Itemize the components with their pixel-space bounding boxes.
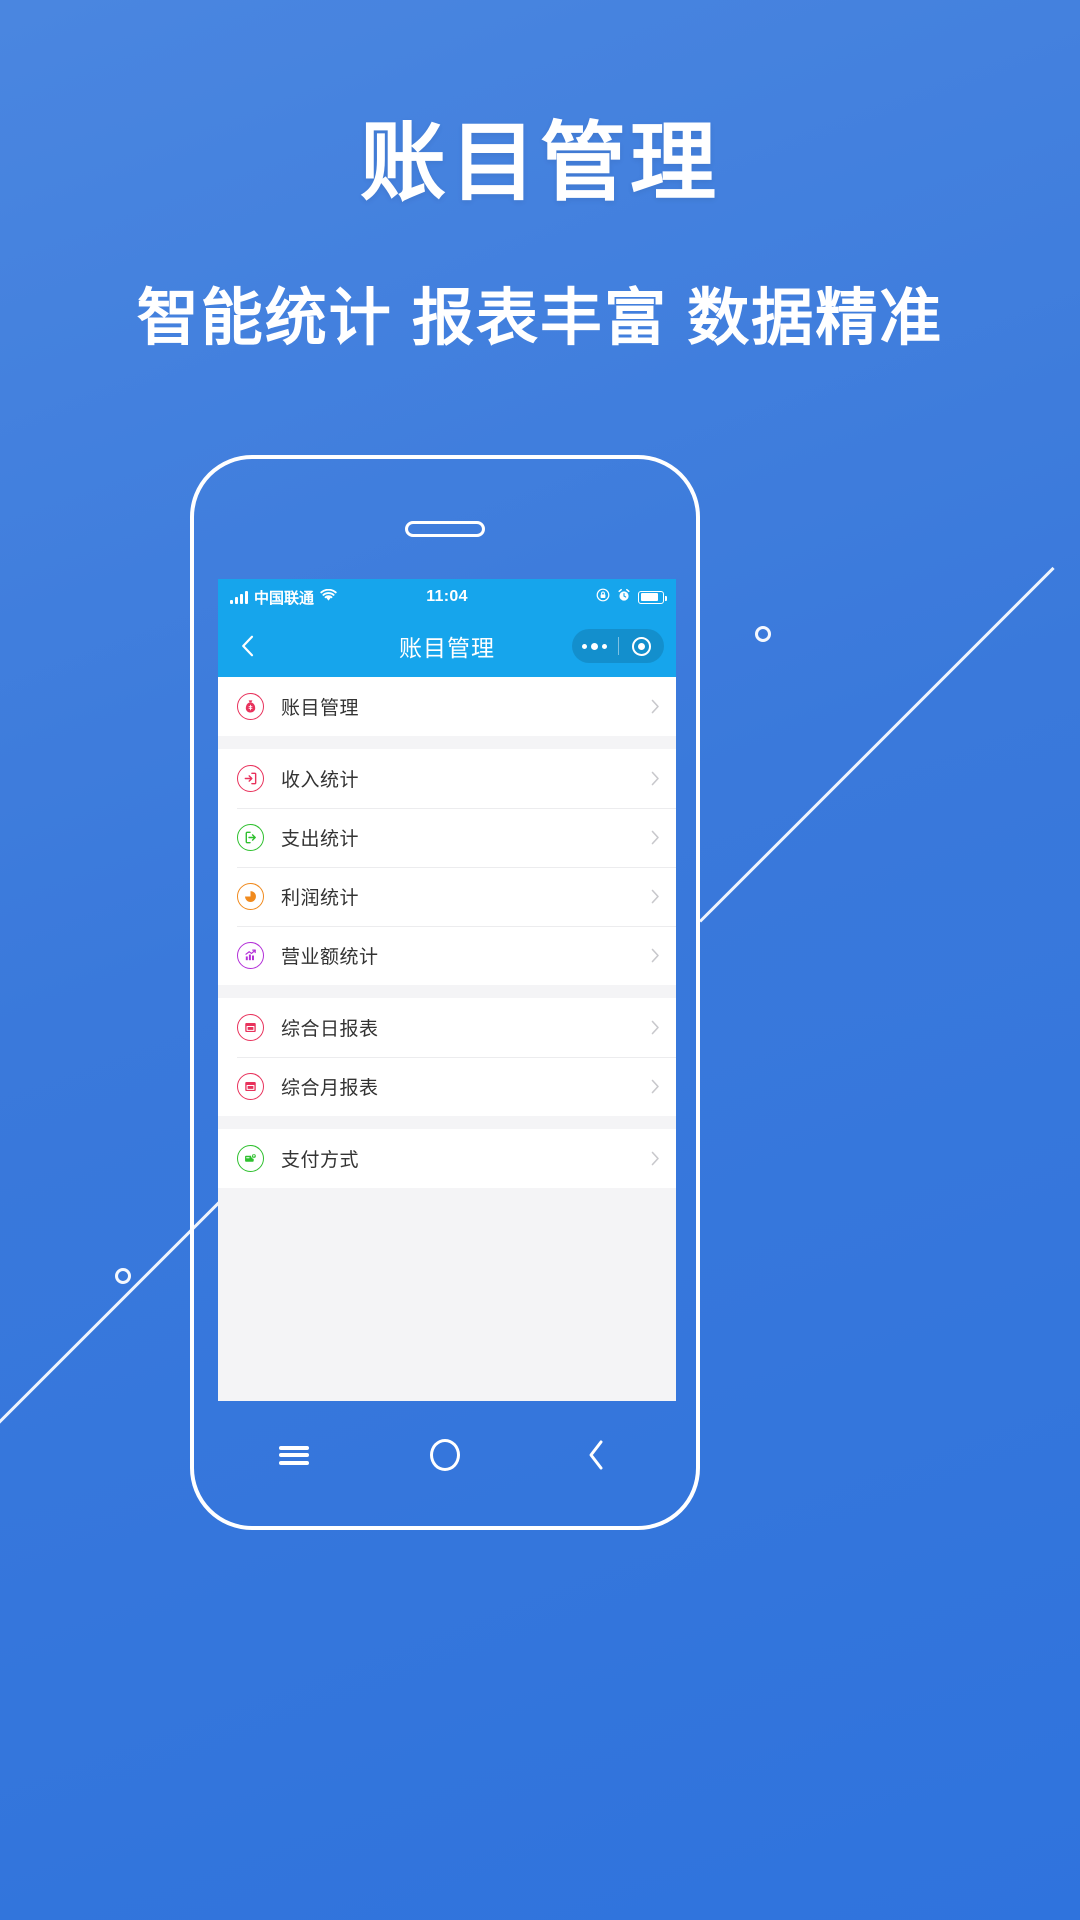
wifi-icon: [320, 588, 337, 606]
list-group: 综合日报表 综合月报表: [218, 998, 676, 1116]
carrier-label: 中国联通: [254, 589, 315, 607]
chevron-right-icon: [651, 771, 660, 786]
list-group: 收入统计 支出统计 利润统计 营业额统计: [218, 749, 676, 985]
chevron-right-icon: [651, 1151, 660, 1166]
chevron-right-icon: [651, 1020, 660, 1035]
wechat-capsule: [572, 629, 664, 663]
list-item-label: 支付方式: [281, 1150, 360, 1171]
list-item-label: 营业额统计: [281, 947, 379, 968]
decorative-circle-top-right: [755, 626, 771, 642]
poster-subheadline: 智能统计 报表丰富 数据精准: [136, 284, 944, 353]
navigation-bar: 账目管理: [218, 615, 676, 677]
money-bag-icon: [237, 693, 264, 720]
list-item[interactable]: 账目管理: [218, 677, 676, 736]
android-back-icon[interactable]: [561, 1425, 631, 1485]
group-separator: [218, 736, 676, 749]
status-bar: 中国联通 11:04: [218, 579, 676, 615]
phone-speaker-grille: [405, 521, 485, 537]
chevron-right-icon: [651, 830, 660, 845]
list-group: 支付方式: [218, 1129, 676, 1188]
list-item[interactable]: 支付方式: [218, 1129, 676, 1188]
list-item[interactable]: 利润统计: [218, 867, 676, 926]
arrow-out-of-box-icon: [237, 824, 264, 851]
list-item[interactable]: 综合日报表: [218, 998, 676, 1057]
chevron-right-icon: [651, 948, 660, 963]
signal-icon: [230, 590, 248, 604]
list-item-label: 账目管理: [281, 698, 360, 719]
list-group: 账目管理: [218, 677, 676, 736]
phone-mockup-frame: 中国联通 11:04 账目管理 账目管理 收入统计 支出统计 利润统计 营业额统…: [190, 455, 700, 1530]
list-item-label: 综合日报表: [281, 1019, 379, 1040]
phone-screen: 中国联通 11:04 账目管理 账目管理 收入统计 支出统计 利润统计 营业额统…: [218, 579, 676, 1401]
decorative-circle-bottom-left: [115, 1268, 131, 1284]
list-item-label: 利润统计: [281, 888, 360, 909]
chevron-right-icon: [651, 889, 660, 904]
bar-chart-trend-icon: [237, 942, 264, 969]
decorative-diagonal-line-top-right: [698, 566, 1055, 923]
chevron-right-icon: [651, 699, 660, 714]
list-item[interactable]: 营业额统计: [218, 926, 676, 985]
poster-canvas: 账目管理 智能统计 报表丰富 数据精准 中国联通 11:04 账目管理 账目管理…: [0, 0, 1080, 1920]
group-separator: [218, 1116, 676, 1129]
battery-icon: [638, 590, 668, 604]
list-item-label: 收入统计: [281, 770, 360, 791]
poster-headline: 账目管理: [360, 115, 720, 211]
android-navigation-bar: [218, 1411, 672, 1499]
list-item[interactable]: 综合月报表: [218, 1057, 676, 1116]
report-window-icon: [237, 1014, 264, 1041]
list-item-label: 综合月报表: [281, 1078, 379, 1099]
report-window-icon: [237, 1073, 264, 1100]
status-bar-clock: 11:04: [426, 588, 468, 605]
status-bar-left: 中国联通: [230, 587, 426, 608]
status-bar-right: [468, 588, 668, 606]
settings-list: 账目管理 收入统计 支出统计 利润统计 营业额统计 综合日报表 综合月报表 支付…: [218, 677, 676, 1401]
chevron-right-icon: [651, 1079, 660, 1094]
home-circle-icon[interactable]: [410, 1425, 480, 1485]
lock-rotation-icon: [596, 588, 610, 606]
nav-back-button[interactable]: [230, 635, 264, 657]
hamburger-menu-icon[interactable]: [259, 1425, 329, 1485]
more-dots-icon[interactable]: [572, 642, 618, 650]
group-separator: [218, 985, 676, 998]
alarm-icon: [617, 588, 631, 606]
payment-card-icon: [237, 1145, 264, 1172]
pie-chart-icon: [237, 883, 264, 910]
list-item-label: 支出统计: [281, 829, 360, 850]
target-circle-icon[interactable]: [619, 636, 665, 656]
arrow-into-box-icon: [237, 765, 264, 792]
list-item[interactable]: 收入统计: [218, 749, 676, 808]
list-item[interactable]: 支出统计: [218, 808, 676, 867]
